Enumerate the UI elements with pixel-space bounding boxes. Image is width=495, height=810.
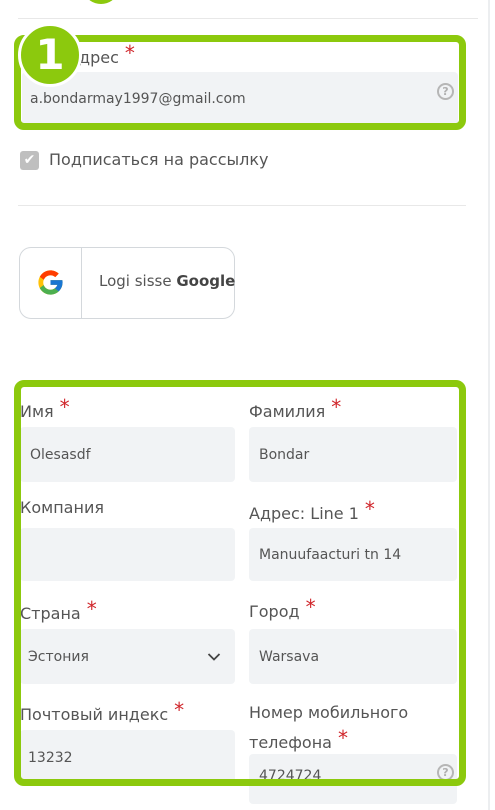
highlight-frame-email: [14, 35, 466, 130]
divider: [18, 205, 466, 206]
google-login-label: Logi sisse Google: [99, 272, 236, 290]
step-badge: 1: [18, 23, 82, 87]
step-indicator-partial: [86, 0, 116, 4]
highlight-frame-address: [14, 380, 466, 786]
scrollbar-track[interactable]: [488, 0, 490, 810]
button-separator: [81, 248, 82, 318]
newsletter-label: Подписаться на рассылку: [49, 150, 269, 169]
google-icon: [38, 270, 63, 295]
divider: [18, 18, 478, 19]
newsletter-checkbox[interactable]: ✔: [20, 151, 39, 170]
checkmark-icon: ✔: [23, 152, 36, 168]
